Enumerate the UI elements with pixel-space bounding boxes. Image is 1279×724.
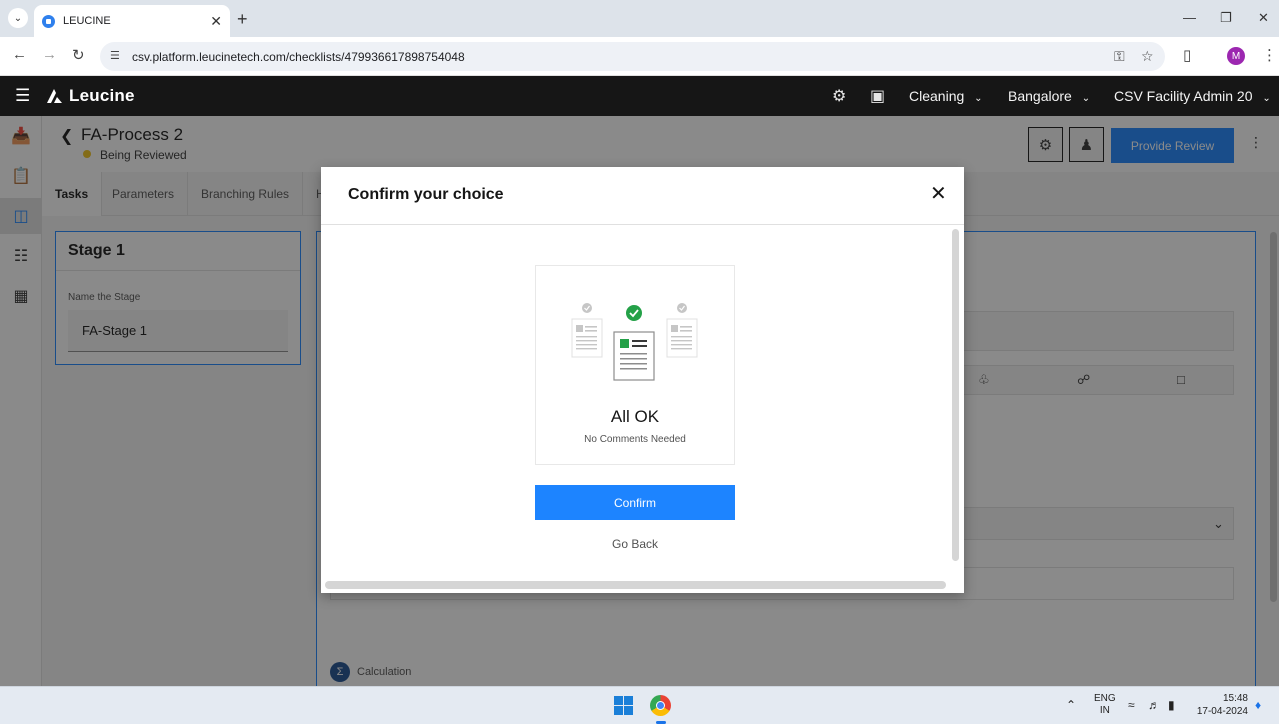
language-code: ENG [1094, 693, 1116, 704]
wifi-icon[interactable]: ≈ [1128, 698, 1135, 712]
all-ok-subtitle: No Comments Needed [584, 434, 686, 445]
close-icon[interactable]: ✕ [930, 184, 947, 204]
site-info-icon[interactable]: ☰ [110, 49, 120, 62]
profile-avatar[interactable]: M [1227, 47, 1245, 65]
documents-check-icon [571, 303, 698, 381]
chevron-up-icon[interactable]: ⌃ [1066, 698, 1076, 712]
hamburger-menu-icon[interactable]: ☰ [15, 86, 30, 106]
modal-vertical-scrollbar[interactable] [952, 229, 959, 561]
use-case-select[interactable]: Cleaning ⌄ [909, 88, 983, 104]
user-label: CSV Facility Admin 20 [1114, 88, 1253, 104]
leucine-favicon-icon [42, 14, 55, 28]
chevron-down-icon: ⌄ [974, 93, 983, 104]
clock-time: 15:48 [1222, 693, 1248, 704]
close-window-icon[interactable]: ✕ [1258, 10, 1269, 26]
close-tab-icon[interactable]: ✕ [210, 13, 222, 30]
confirm-modal: Confirm your choice ✕ All OK No Comments… [321, 167, 964, 593]
leucine-logo-icon [47, 89, 62, 103]
system-clock[interactable]: 15:48 17-04-2024 [1192, 692, 1248, 718]
new-tab-icon[interactable]: + [237, 9, 248, 30]
browser-tab-bar: ⌄ LEUCINE ✕ + — ❐ ✕ [0, 0, 1279, 37]
input-language[interactable]: ENG IN [1094, 693, 1116, 717]
clock-date: 17-04-2024 [1196, 706, 1248, 717]
user-select[interactable]: CSV Facility Admin 20 ⌄ [1114, 88, 1271, 104]
facility-label: Bangalore [1008, 88, 1072, 104]
confirm-button[interactable]: Confirm [535, 485, 735, 520]
modal-header: Confirm your choice ✕ [321, 167, 964, 225]
modal-title: Confirm your choice [348, 186, 504, 203]
bookmark-star-icon[interactable]: ☆ [1141, 48, 1154, 65]
os-taskbar: ⌃ ENG IN ≈ ♬ ▮ 15:48 17-04-2024 ♦ [0, 686, 1279, 724]
settings-gear-icon[interactable]: ⚙ [832, 86, 846, 106]
forward-arrow-icon[interactable]: → [42, 46, 57, 63]
notification-bell-icon[interactable]: ♦ [1255, 698, 1261, 712]
app-logo-text: Leucine [69, 86, 135, 105]
chrome-app-icon[interactable] [650, 695, 671, 716]
chevron-down-icon: ⌄ [1262, 93, 1271, 104]
browser-tab-title: LEUCINE [63, 15, 111, 27]
go-back-button[interactable]: Go Back [535, 533, 735, 555]
facility-select[interactable]: Bangalore ⌄ [1008, 88, 1090, 104]
battery-icon[interactable]: ▮ [1168, 698, 1175, 712]
windows-start-icon[interactable] [614, 696, 633, 715]
restore-icon[interactable]: ❐ [1220, 10, 1232, 26]
address-bar-row: ← → ↻ ☰ csv.platform.leucinetech.com/che… [0, 37, 1279, 76]
url-field[interactable]: ☰ csv.platform.leucinetech.com/checklist… [100, 42, 1165, 71]
url-text: csv.platform.leucinetech.com/checklists/… [132, 50, 465, 64]
volume-icon[interactable]: ♬ [1148, 698, 1160, 712]
chevron-down-icon: ⌄ [1081, 93, 1091, 104]
back-arrow-icon[interactable]: ← [12, 46, 27, 63]
all-ok-title: All OK [610, 407, 660, 426]
minimize-icon[interactable]: — [1183, 10, 1196, 25]
modal-horizontal-scrollbar[interactable] [325, 581, 946, 589]
use-case-label: Cleaning [909, 88, 965, 104]
tab-search-chevron-icon[interactable]: ⌄ [8, 8, 28, 28]
all-ok-option-card[interactable]: All OK No Comments Needed [535, 265, 735, 465]
password-key-icon[interactable]: ⚿ [1114, 48, 1125, 65]
extensions-icon[interactable]: ▯ [1183, 46, 1191, 64]
app-header: ☰ Leucine ⚙ ▣ Cleaning ⌄ Bangalore ⌄ CSV… [0, 76, 1279, 116]
reload-icon[interactable]: ↻ [72, 46, 85, 64]
browser-menu-icon[interactable]: ⋮ [1262, 46, 1277, 64]
browser-tab[interactable]: LEUCINE ✕ [34, 5, 230, 37]
region-code: IN [1099, 705, 1110, 716]
scan-icon[interactable]: ▣ [870, 86, 885, 106]
